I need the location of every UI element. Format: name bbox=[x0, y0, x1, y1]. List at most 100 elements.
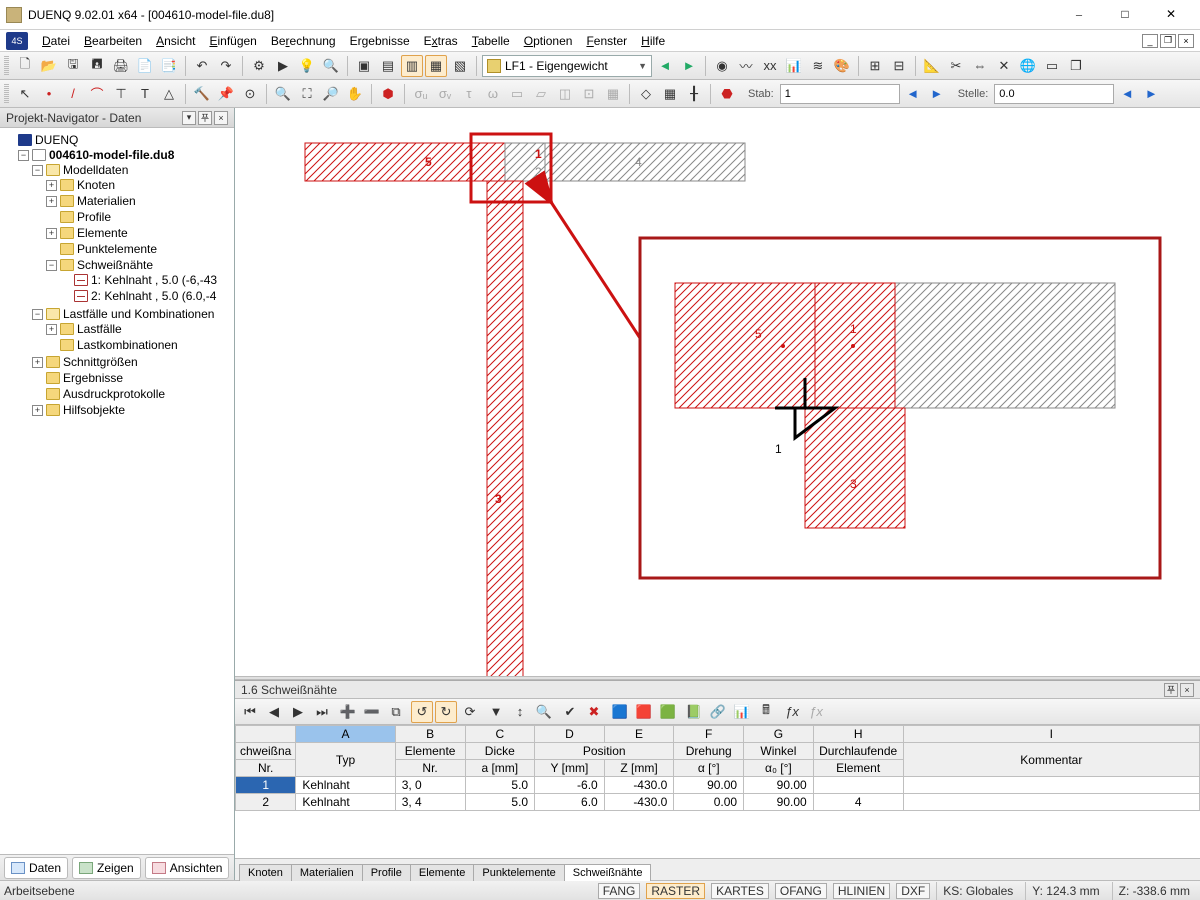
tree-lastkombinationen[interactable]: Lastkombinationen bbox=[77, 338, 178, 352]
nav-tab-zeigen[interactable]: Zeigen bbox=[72, 857, 141, 879]
print-preview-icon[interactable]: 📄 bbox=[134, 55, 156, 77]
tt-calc-icon[interactable]: 🖩 bbox=[755, 701, 777, 723]
dim-icon[interactable]: ⊤ bbox=[110, 83, 132, 105]
menu-ergebnisse[interactable]: Ergebnisse bbox=[344, 32, 416, 50]
view5-icon[interactable]: ▧ bbox=[449, 55, 471, 77]
mdi-restore-icon[interactable]: ❐ bbox=[1160, 34, 1176, 48]
open-file-icon[interactable]: 📂 bbox=[38, 55, 60, 77]
menu-bearbeiten[interactable]: Bearbeiten bbox=[78, 32, 148, 50]
text-icon[interactable]: T bbox=[134, 83, 156, 105]
tree-ergebnisse[interactable]: Ergebnisse bbox=[63, 371, 123, 385]
hammer-icon[interactable]: 🔨 bbox=[191, 83, 213, 105]
menu-tabelle[interactable]: Tabelle bbox=[466, 32, 516, 50]
add-arc-icon[interactable]: ⌒ bbox=[86, 83, 108, 105]
lf-prev-icon[interactable]: ◄ bbox=[654, 55, 676, 77]
navigator-dropdown-icon[interactable]: ▾ bbox=[182, 111, 196, 125]
tree-profile[interactable]: Profile bbox=[77, 210, 111, 224]
tt-last-icon[interactable]: ⏭ bbox=[311, 701, 333, 723]
table-grid-wrap[interactable]: A B C D E F G H I chweißna Typ Elemente bbox=[235, 725, 1200, 858]
tt-check-icon[interactable]: ✔ bbox=[559, 701, 581, 723]
report-icon[interactable]: 📑 bbox=[158, 55, 180, 77]
tt-first-icon[interactable]: ⏮ bbox=[239, 701, 261, 723]
tab-punktelemente[interactable]: Punktelemente bbox=[473, 864, 564, 881]
menu-optionen[interactable]: Optionen bbox=[518, 32, 579, 50]
tree-schweissnaehte[interactable]: Schweißnähte bbox=[77, 258, 153, 272]
tt-link1-icon[interactable]: ↺ bbox=[411, 701, 433, 723]
print-icon[interactable]: 🖨 bbox=[110, 55, 132, 77]
tree-weld-1[interactable]: 1: Kehlnaht , 5.0 (-6,-43 bbox=[91, 273, 217, 287]
menu-ansicht[interactable]: Ansicht bbox=[150, 32, 201, 50]
tt-prev-icon[interactable]: ◀ bbox=[263, 701, 285, 723]
tree-toggle[interactable]: − bbox=[46, 260, 57, 271]
table-close-icon[interactable]: × bbox=[1180, 683, 1194, 697]
tree-file[interactable]: 004610-model-file.du8 bbox=[49, 148, 174, 162]
tree-materialien[interactable]: Materialien bbox=[77, 194, 136, 208]
stab-prev-icon[interactable]: ◄ bbox=[902, 83, 924, 105]
support-icon[interactable]: △ bbox=[158, 83, 180, 105]
tree-knoten[interactable]: Knoten bbox=[77, 178, 115, 192]
zoom-in-icon[interactable]: 🔎 bbox=[320, 83, 342, 105]
tree-lastfaelle-grp[interactable]: Lastfälle und Kombinationen bbox=[63, 307, 214, 321]
table-pin-icon[interactable]: 푸 bbox=[1164, 683, 1178, 697]
save-icon[interactable]: 🖫 bbox=[62, 55, 84, 77]
redo-icon[interactable]: ↷ bbox=[215, 55, 237, 77]
stelle-prev-icon[interactable]: ◄ bbox=[1116, 83, 1138, 105]
sigma-v-icon[interactable]: σᵥ bbox=[434, 83, 456, 105]
status-toggle-kartes[interactable]: KARTES bbox=[711, 883, 769, 899]
view3-icon[interactable]: ▥ bbox=[401, 55, 423, 77]
tree-root[interactable]: DUENQ bbox=[35, 133, 78, 147]
window-icon[interactable]: ▭ bbox=[1041, 55, 1063, 77]
tt-color3-icon[interactable]: 🟩 bbox=[657, 701, 679, 723]
res4-icon[interactable]: ⊡ bbox=[578, 83, 600, 105]
add-node-icon[interactable]: • bbox=[38, 83, 60, 105]
tt-find-icon[interactable]: 🔍 bbox=[533, 701, 555, 723]
omega-icon[interactable]: ω bbox=[482, 83, 504, 105]
tree-modelldaten[interactable]: Modelldaten bbox=[63, 163, 128, 177]
deform-icon[interactable]: 〰 bbox=[735, 55, 757, 77]
zoom-extents-icon[interactable]: ⛶ bbox=[296, 83, 318, 105]
nav-tab-ansichten[interactable]: Ansichten bbox=[145, 857, 230, 879]
tt-delete-icon[interactable]: ➖ bbox=[361, 701, 383, 723]
globe-icon[interactable]: 🌐 bbox=[1017, 55, 1039, 77]
tt-fx2-icon[interactable]: ƒx bbox=[805, 701, 827, 723]
tree-toggle[interactable]: + bbox=[46, 196, 57, 207]
magnify-icon[interactable]: 🔍 bbox=[320, 55, 342, 77]
tab-materialien[interactable]: Materialien bbox=[291, 864, 363, 881]
tree-hilfsobjekte[interactable]: Hilfsobjekte bbox=[63, 403, 125, 417]
navigator-pin-icon[interactable]: 푸 bbox=[198, 111, 212, 125]
tab-knoten[interactable]: Knoten bbox=[239, 864, 292, 881]
snap-icon[interactable]: ⊙ bbox=[239, 83, 261, 105]
status-toggle-ofang[interactable]: OFANG bbox=[775, 883, 827, 899]
table-grid[interactable]: A B C D E F G H I chweißna Typ Elemente bbox=[235, 725, 1200, 811]
tt-filter-icon[interactable]: ▼ bbox=[485, 701, 507, 723]
model-canvas[interactable]: 5 1 2 4 3 5 1 3 1 bbox=[235, 108, 1200, 676]
grid-icon[interactable]: ▦ bbox=[659, 83, 681, 105]
save-all-icon[interactable]: 🖪 bbox=[86, 55, 108, 77]
tt-insert-icon[interactable]: ➕ bbox=[337, 701, 359, 723]
menu-einfuegen[interactable]: Einfügen bbox=[203, 32, 262, 50]
tree-toggle[interactable]: + bbox=[32, 405, 43, 416]
cascade-icon[interactable]: ❐ bbox=[1065, 55, 1087, 77]
tree-weld-2[interactable]: 2: Kehlnaht , 5.0 (6.0,-4 bbox=[91, 289, 216, 303]
tree-toggle[interactable]: − bbox=[32, 165, 43, 176]
mdi-close-icon[interactable]: × bbox=[1178, 34, 1194, 48]
tt-copy-icon[interactable]: ⧉ bbox=[385, 701, 407, 723]
tree-toggle[interactable]: + bbox=[46, 228, 57, 239]
tab-schweissnaehte[interactable]: Schweißnähte bbox=[564, 864, 652, 881]
measure-icon[interactable]: 📐 bbox=[921, 55, 943, 77]
tree-elemente[interactable]: Elemente bbox=[77, 226, 128, 240]
diagram-icon[interactable]: 📊 bbox=[783, 55, 805, 77]
tt-next-icon[interactable]: ▶ bbox=[287, 701, 309, 723]
tree-toggle[interactable]: − bbox=[32, 309, 43, 320]
table-row[interactable]: 2 Kehlnaht 3, 4 5.0 6.0 -430.0 0.00 90.0… bbox=[236, 794, 1200, 811]
menu-datei[interactable]: Datei bbox=[36, 32, 76, 50]
run-icon[interactable]: ▶ bbox=[272, 55, 294, 77]
results-icon[interactable]: ◉ bbox=[711, 55, 733, 77]
tt-fx-icon[interactable]: ƒx bbox=[781, 701, 803, 723]
render2-icon[interactable]: ⊟ bbox=[888, 55, 910, 77]
view4-icon[interactable]: ▦ bbox=[425, 55, 447, 77]
tt-color2-icon[interactable]: 🟥 bbox=[633, 701, 655, 723]
tree-schnittgroessen[interactable]: Schnittgrößen bbox=[63, 355, 138, 369]
nav-tab-daten[interactable]: Daten bbox=[4, 857, 68, 879]
new-file-icon[interactable]: 🗋 bbox=[14, 55, 36, 77]
